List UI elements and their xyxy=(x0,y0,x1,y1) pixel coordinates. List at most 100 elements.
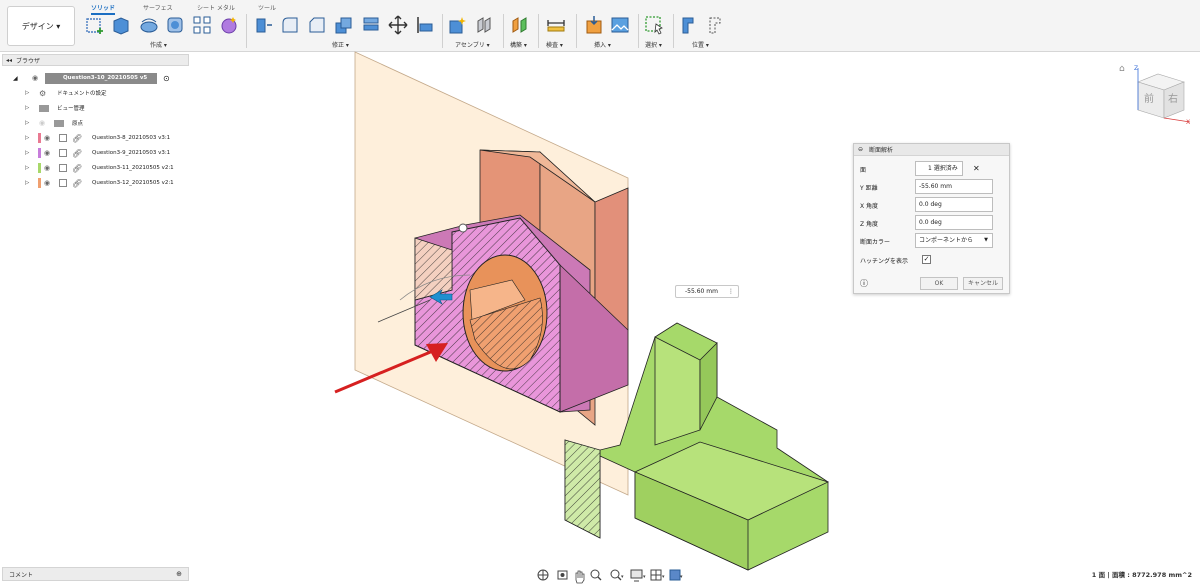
browser-item-component-1[interactable]: ▷ ◉ 🔗︎ Question3-8_20210503 v3:1 xyxy=(2,131,189,145)
view-cube-right[interactable]: 右 xyxy=(1168,92,1178,105)
green-section-hatch xyxy=(565,440,600,538)
collapse-icon[interactable]: ◂◂ xyxy=(6,57,12,64)
component-icon xyxy=(59,164,67,172)
component-color-swatch xyxy=(38,178,41,188)
link-icon: 🔗︎ xyxy=(72,178,83,188)
y-distance-row: Y 距離 -55.60 mm xyxy=(860,179,1005,195)
comments-label: コメント xyxy=(9,571,34,579)
more-options-icon[interactable]: ⋮ xyxy=(728,288,734,295)
svg-text:▾: ▾ xyxy=(621,574,624,580)
browser-item-label: ビュー管理 xyxy=(57,106,85,112)
distance-input[interactable]: -55.60 mm ⋮ xyxy=(675,285,739,298)
add-comment-icon[interactable]: ⊕ xyxy=(176,570,182,578)
link-icon: 🔗︎ xyxy=(72,163,83,173)
expand-icon[interactable]: ▷ xyxy=(25,165,29,171)
component-icon xyxy=(59,134,67,142)
browser-item-label: Question3-8_20210503 v3:1 xyxy=(92,135,171,141)
visibility-eye-icon[interactable]: ◉ xyxy=(39,119,45,127)
folder-icon xyxy=(39,104,49,112)
display-settings-icon[interactable]: ▾ xyxy=(630,569,646,582)
component-color-swatch xyxy=(38,163,41,173)
expand-icon[interactable]: ▷ xyxy=(25,180,29,186)
component-icon xyxy=(59,149,67,157)
browser-item-label: Question3-9_20210503 v3:1 xyxy=(92,150,171,156)
x-angle-row: X 角度 0.0 deg xyxy=(860,197,1005,213)
expand-root-icon[interactable]: ◢ xyxy=(13,75,18,82)
home-view-icon[interactable]: ⌂ xyxy=(1119,64,1125,74)
comments-bar[interactable]: コメント ⊕ xyxy=(2,567,189,581)
browser-item-named-views[interactable]: ▷ ビュー管理 xyxy=(2,101,189,115)
svg-text:▾: ▾ xyxy=(643,574,646,580)
face-selection-button[interactable]: 1 選択済み xyxy=(915,161,963,176)
browser-header: ◂◂ ブラウザ xyxy=(2,54,189,66)
collapse-panel-icon[interactable]: ⊖ xyxy=(858,146,863,153)
face-label: 面 xyxy=(860,167,867,174)
hatching-label: ハッチングを表示 xyxy=(860,258,909,265)
fusion-app-window: デザイン ▾ ソリッド サーフェス シート メタル ツール 作成 ▾ 修正 ▾ … xyxy=(0,0,1200,586)
gear-icon: ⚙ xyxy=(39,88,47,98)
component-color-swatch xyxy=(38,133,41,143)
section-color-row: 断面カラー コンポーネントから ▼ xyxy=(860,233,1005,249)
visibility-eye-icon[interactable]: ◉ xyxy=(44,164,50,172)
view-cube-front[interactable]: 前 xyxy=(1144,92,1154,105)
section-color-select[interactable]: コンポーネントから ▼ xyxy=(915,233,993,248)
browser-item-label: Question3-12_20210505 v2:1 xyxy=(92,180,174,186)
browser-item-component-3[interactable]: ▷ ◉ 🔗︎ Question3-11_20210505 v2:1 xyxy=(2,161,189,175)
browser-item-document-settings[interactable]: ▷ ⚙ ドキュメントの設定 xyxy=(2,86,189,100)
panel-title: 断面解析 xyxy=(869,147,894,154)
expand-icon[interactable]: ▷ xyxy=(25,150,29,156)
folder-icon xyxy=(54,119,64,127)
browser-item-origin[interactable]: ▷ ◉ 原点 xyxy=(2,116,189,130)
rotate-handle[interactable] xyxy=(458,223,468,233)
cancel-button[interactable]: キャンセル xyxy=(963,277,1003,290)
component-icon xyxy=(59,179,67,187)
y-distance-label: Y 距離 xyxy=(860,185,878,192)
z-angle-input[interactable]: 0.0 deg xyxy=(915,215,993,230)
browser-panel: ◂◂ ブラウザ ◢ ◉ Question3-10_20210505 v5 ⊙ ▷… xyxy=(2,54,189,194)
grid-snaps-icon[interactable]: ▾ xyxy=(650,569,665,581)
panel-header: ⊖ 断面解析 xyxy=(854,144,1009,156)
section-color-value: コンポーネントから xyxy=(919,237,974,244)
section-analysis-panel: ⊖ 断面解析 面 1 選択済み ✕ Y 距離 -55.60 mm X 角度 0.… xyxy=(853,143,1010,294)
expand-icon[interactable]: ▷ xyxy=(25,120,29,126)
root-component-label: Question3-10_20210505 v5 xyxy=(45,72,157,84)
x-angle-label: X 角度 xyxy=(860,203,879,210)
ok-button[interactable]: OK xyxy=(920,277,958,290)
browser-item-label: 原点 xyxy=(72,121,84,127)
browser-title: ブラウザ xyxy=(16,57,41,65)
view-cube[interactable]: 前 右 Z X xyxy=(1128,62,1194,126)
y-distance-input[interactable]: -55.60 mm xyxy=(915,179,993,194)
viewports-icon[interactable]: ▾ xyxy=(669,569,683,581)
visibility-eye-icon[interactable]: ◉ xyxy=(44,149,50,157)
section-color-label: 断面カラー xyxy=(860,239,891,246)
fit-icon[interactable]: ▾ xyxy=(610,569,624,581)
browser-item-component-2[interactable]: ▷ ◉ 🔗︎ Question3-9_20210503 v3:1 xyxy=(2,146,189,160)
visibility-eye-icon[interactable]: ◉ xyxy=(32,74,38,82)
chevron-down-icon: ▼ xyxy=(984,237,988,243)
look-at-icon[interactable] xyxy=(557,570,568,580)
expand-icon[interactable]: ▷ xyxy=(25,105,29,111)
face-selection-value: 1 選択済み xyxy=(928,165,958,172)
browser-root[interactable]: ◢ ◉ Question3-10_20210505 v5 ⊙ xyxy=(2,71,189,85)
axis-z-label: Z xyxy=(1134,65,1138,72)
svg-text:▾: ▾ xyxy=(662,574,665,580)
browser-item-label: ドキュメントの設定 xyxy=(57,91,107,97)
pan-icon[interactable] xyxy=(575,570,585,584)
visibility-eye-icon[interactable]: ◉ xyxy=(44,179,50,187)
hatching-checkbox[interactable]: ✓ xyxy=(922,255,931,264)
svg-text:▾: ▾ xyxy=(680,574,683,580)
visibility-eye-icon[interactable]: ◉ xyxy=(44,134,50,142)
expand-icon[interactable]: ▷ xyxy=(25,90,29,96)
expand-icon[interactable]: ▷ xyxy=(25,135,29,141)
zoom-icon[interactable] xyxy=(590,569,602,581)
x-angle-input[interactable]: 0.0 deg xyxy=(915,197,993,212)
axis-x-label: X xyxy=(1186,119,1190,126)
activate-radio-icon[interactable]: ⊙ xyxy=(163,74,170,83)
clear-selection-icon[interactable]: ✕ xyxy=(973,164,980,173)
link-icon: 🔗︎ xyxy=(72,133,83,143)
info-icon[interactable]: ⓘ xyxy=(860,278,868,289)
browser-item-component-4[interactable]: ▷ ◉ 🔗︎ Question3-12_20210505 v2:1 xyxy=(2,176,189,190)
distance-value: -55.60 mm xyxy=(685,288,718,295)
hatching-row: ハッチングを表示 ✓ xyxy=(860,252,1005,268)
orbit-icon[interactable] xyxy=(537,569,549,581)
